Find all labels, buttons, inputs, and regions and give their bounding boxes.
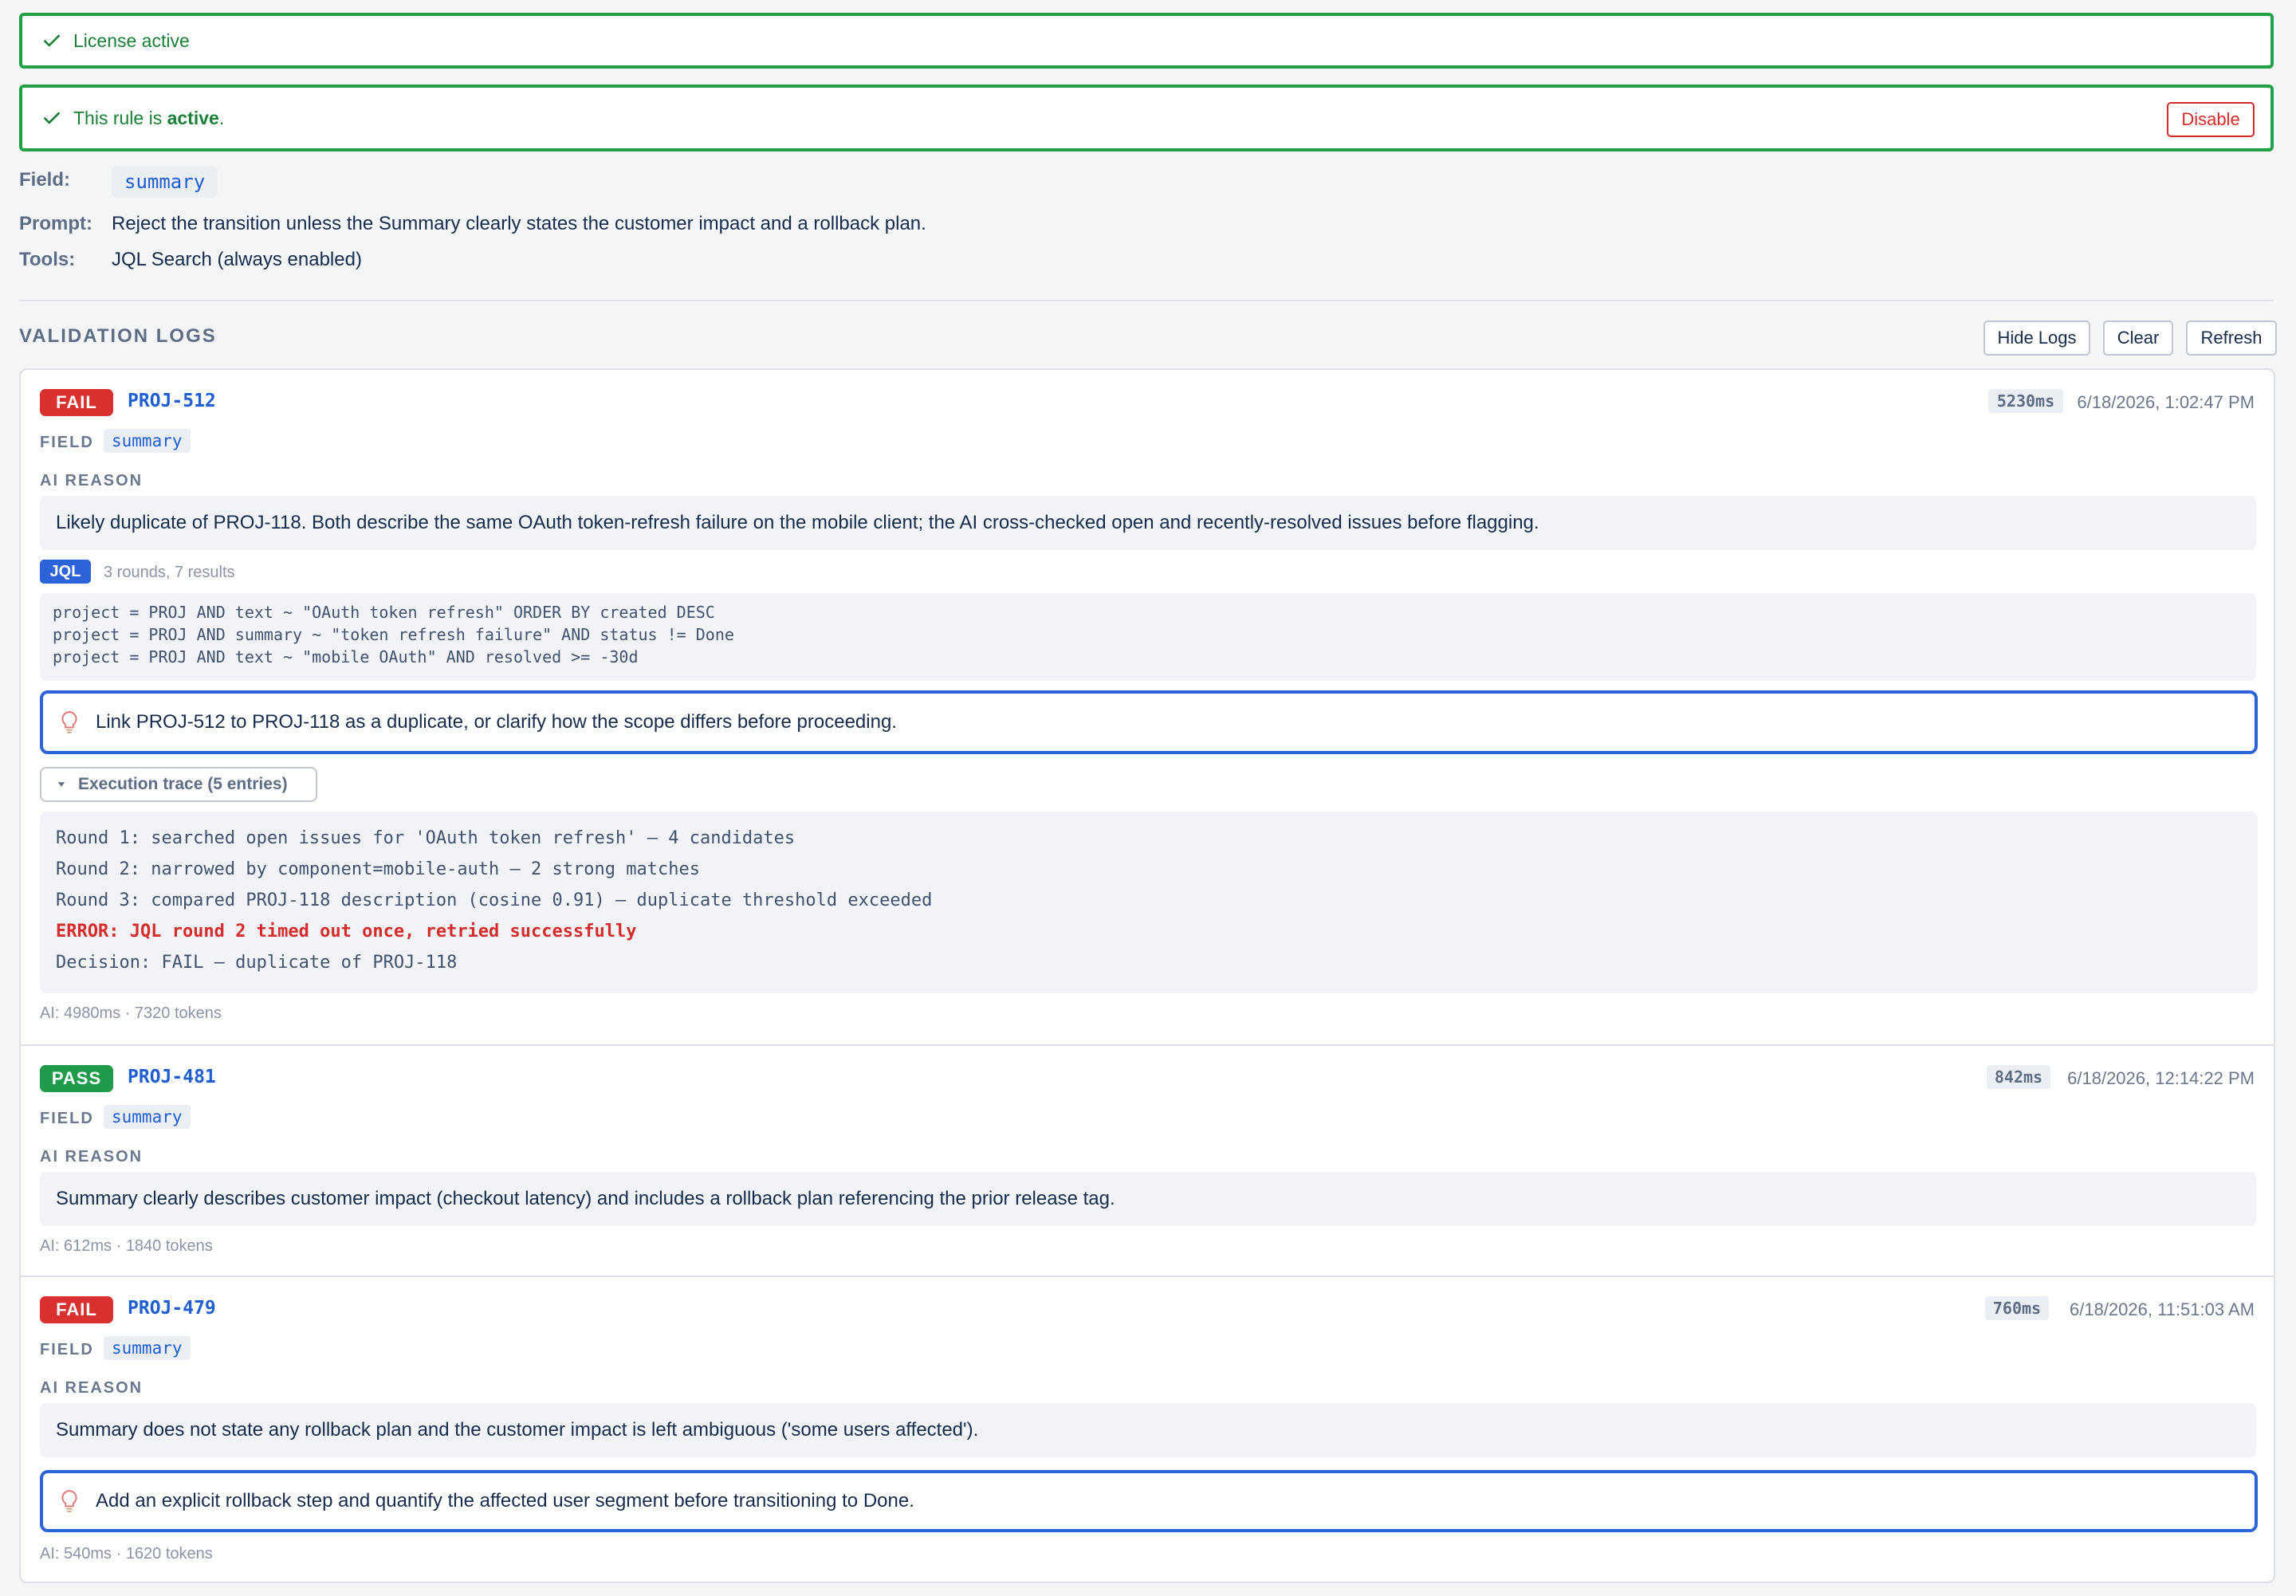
field-label: FIELD: [40, 434, 94, 451]
jql-queries: project = PROJ AND text ~ "OAuth token r…: [40, 593, 2256, 681]
timestamp: 6/18/2026, 12:14:22 PM: [2067, 1068, 2255, 1088]
jql-meta: 3 rounds, 7 results: [104, 564, 235, 581]
refresh-button[interactable]: Refresh: [2186, 320, 2277, 356]
rule-status-value: active: [167, 107, 219, 128]
hide-logs-button[interactable]: Hide Logs: [1983, 320, 2090, 356]
tools-value: JQL Search (always enabled): [112, 249, 362, 270]
divider: [19, 300, 2274, 301]
field-label: FIELD: [40, 1341, 94, 1358]
log-entry: FAIL PROJ-512 5230ms 6/18/2026, 1:02:47 …: [21, 370, 2274, 1044]
ai-reason-label: AI REASON: [40, 472, 144, 489]
duration-badge: 760ms: [1985, 1296, 2049, 1320]
suggestion-box: Link PROJ-512 to PROJ-118 as a duplicate…: [40, 690, 2258, 754]
field-chip: summary: [104, 1336, 191, 1360]
jql-query: project = PROJ AND summary ~ "token refr…: [53, 625, 734, 644]
ai-reason-text: Summary clearly describes customer impac…: [40, 1172, 2256, 1226]
ai-stats: AI: 612ms · 1840 tokens: [40, 1237, 213, 1255]
check-icon: [44, 34, 60, 47]
clear-button[interactable]: Clear: [2103, 320, 2173, 356]
field-label: FIELD: [40, 1110, 94, 1127]
check-icon: [44, 112, 60, 124]
duration-badge: 5230ms: [1988, 389, 2063, 413]
jql-query: project = PROJ AND text ~ "mobile OAuth"…: [53, 647, 639, 666]
tools-label: Tools:: [19, 249, 76, 270]
ai-reason-label: AI REASON: [40, 1379, 144, 1397]
status-badge: PASS: [40, 1065, 113, 1092]
status-badge: FAIL: [40, 389, 113, 416]
prompt-label: Prompt:: [19, 213, 92, 234]
field-chip: summary: [104, 1105, 191, 1129]
issue-link[interactable]: PROJ-481: [128, 1067, 216, 1087]
ai-reason-label: AI REASON: [40, 1148, 144, 1166]
ai-reason-text: Summary does not state any rollback plan…: [40, 1403, 2256, 1457]
disable-button[interactable]: Disable: [2167, 102, 2255, 137]
lightbulb-icon: [61, 711, 77, 733]
rule-status-suffix: .: [218, 107, 225, 128]
ai-stats: AI: 4980ms · 7320 tokens: [40, 1004, 222, 1022]
prompt-value: Reject the transition unless the Summary…: [112, 213, 926, 234]
rule-status-text: This rule is active.: [73, 108, 224, 129]
issue-link[interactable]: PROJ-512: [128, 391, 216, 411]
log-entry: PASS PROJ-481 842ms 6/18/2026, 12:14:22 …: [21, 1046, 2274, 1276]
ai-stats: AI: 540ms · 1620 tokens: [40, 1545, 213, 1563]
suggestion-text: Add an explicit rollback step and quanti…: [96, 1490, 914, 1511]
timestamp: 6/18/2026, 1:02:47 PM: [2077, 392, 2255, 412]
ai-reason-text: Likely duplicate of PROJ-118. Both descr…: [40, 496, 2256, 550]
execution-trace: Round 1: searched open issues for 'OAuth…: [40, 812, 2258, 993]
timestamp: 6/18/2026, 11:51:03 AM: [2070, 1299, 2255, 1319]
jql-query: project = PROJ AND text ~ "OAuth token r…: [53, 603, 715, 622]
validation-logs-panel: FAIL PROJ-512 5230ms 6/18/2026, 1:02:47 …: [19, 368, 2275, 1583]
suggestion-box: Add an explicit rollback step and quanti…: [40, 1470, 2258, 1532]
log-entry: FAIL PROJ-479 760ms 6/18/2026, 11:51:03 …: [21, 1277, 2274, 1583]
validation-logs-title: VALIDATION LOGS: [19, 325, 217, 347]
execution-trace-toggle[interactable]: Execution trace (5 entries): [40, 767, 317, 802]
license-status-text: License active: [73, 29, 190, 51]
license-banner: License active: [19, 13, 2274, 69]
duration-badge: 842ms: [1987, 1065, 2050, 1089]
trace-line: Round 3: compared PROJ-118 description (…: [56, 890, 933, 910]
trace-error-line: ERROR: JQL round 2 timed out once, retri…: [56, 922, 637, 941]
rule-status-prefix: This rule is: [73, 107, 167, 128]
execution-trace-label: Execution trace (5 entries): [78, 775, 288, 793]
chevron-down-icon: [57, 782, 65, 787]
rule-page: License active This rule is active. Disa…: [0, 0, 2296, 1596]
rule-status-banner: This rule is active. Disable: [19, 85, 2274, 151]
lightbulb-icon: [61, 1490, 77, 1512]
issue-link[interactable]: PROJ-479: [128, 1298, 216, 1319]
field-value-chip: summary: [112, 166, 218, 198]
status-badge: FAIL: [40, 1296, 113, 1323]
field-label: Field:: [19, 169, 70, 191]
trace-line: Decision: FAIL — duplicate of PROJ-118: [56, 953, 458, 973]
trace-line: Round 1: searched open issues for 'OAuth…: [56, 828, 796, 848]
field-chip: summary: [104, 429, 191, 453]
suggestion-text: Link PROJ-512 to PROJ-118 as a duplicate…: [96, 711, 897, 733]
trace-line: Round 2: narrowed by component=mobile-au…: [56, 859, 700, 879]
jql-badge: JQL: [40, 560, 91, 584]
